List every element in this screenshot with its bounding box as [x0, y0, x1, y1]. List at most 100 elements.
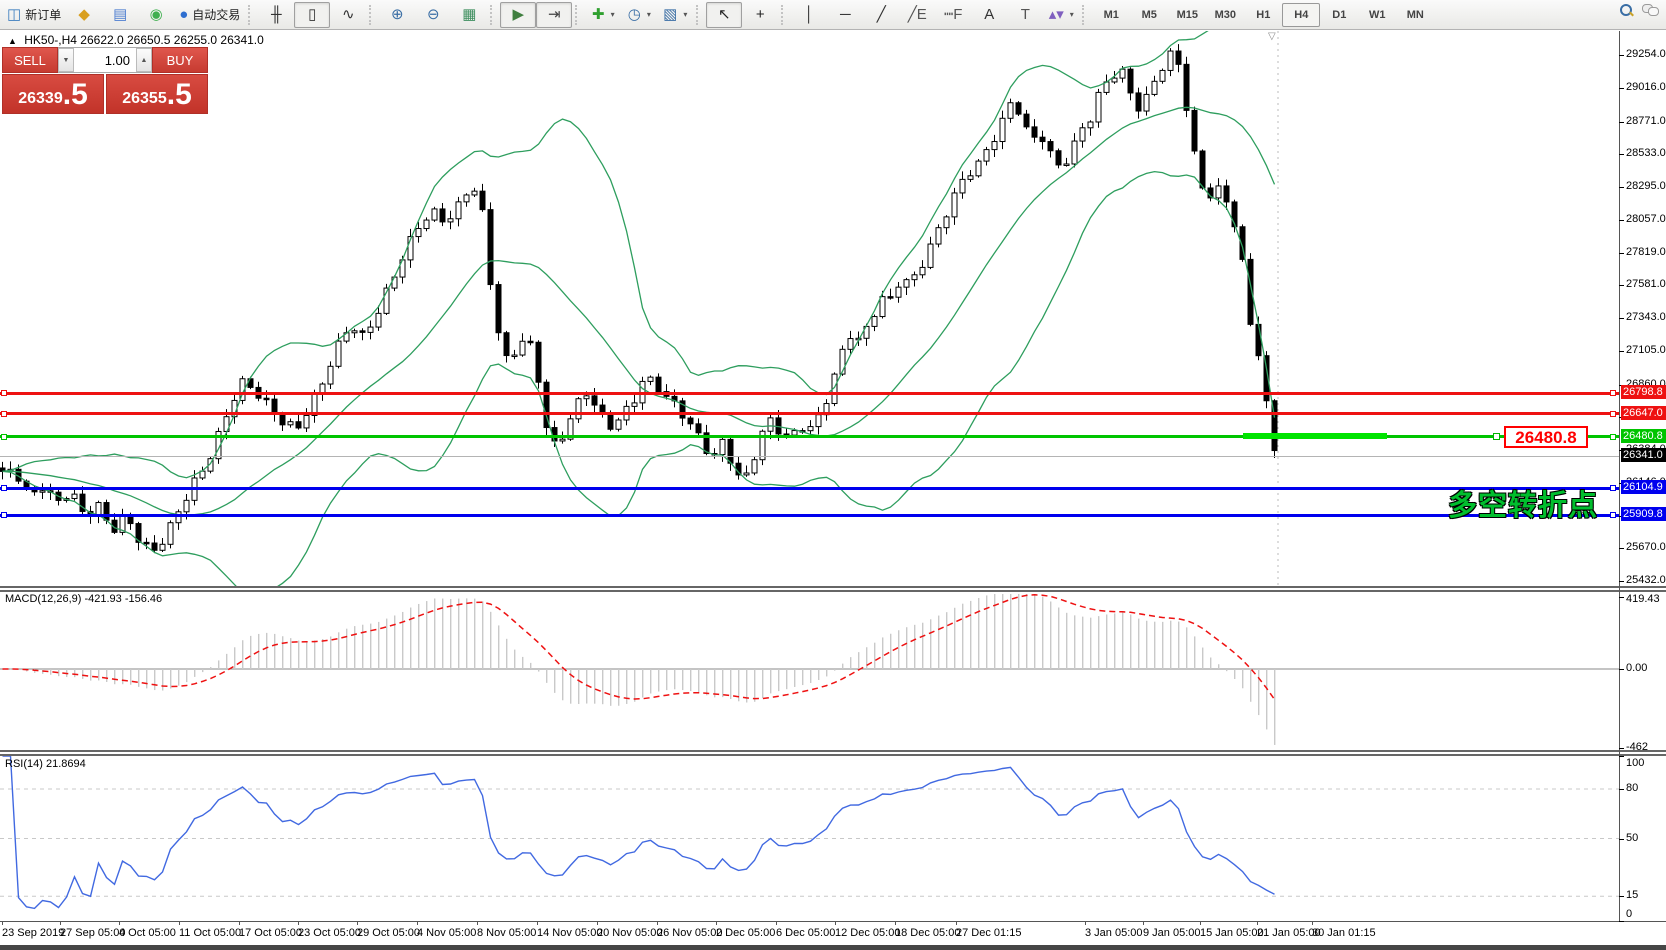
timeframe-m15-button[interactable]: M15: [1168, 3, 1206, 27]
timeframe-mn-button[interactable]: MN: [1396, 3, 1434, 27]
collapse-triangle-icon[interactable]: ▲: [8, 36, 17, 46]
price-tick-label: 25432.0: [1626, 574, 1666, 586]
support-line-2-right-marker[interactable]: [1610, 512, 1616, 518]
vertical-line-button[interactable]: │: [791, 2, 827, 28]
price-tick: [1619, 154, 1624, 155]
dropdown-caret-icon[interactable]: ▾: [1070, 10, 1074, 19]
community-chat-icon[interactable]: [1642, 4, 1658, 16]
buy-price[interactable]: 26355.5: [106, 74, 208, 114]
price-tick-label: 27819.0: [1626, 246, 1666, 258]
text-button[interactable]: A: [971, 2, 1007, 28]
bar-chart-button[interactable]: ╫: [258, 2, 294, 28]
periods-button[interactable]: ◷▾: [621, 2, 657, 28]
line-chart-icon: ∿: [342, 7, 355, 22]
crosshair-button[interactable]: +: [742, 2, 778, 28]
cursor-button[interactable]: ↖: [706, 2, 742, 28]
timeframe-w1-button[interactable]: W1: [1358, 3, 1396, 27]
chart-shift-button[interactable]: ⇥: [536, 2, 572, 28]
time-tick: [776, 921, 777, 925]
time-tick: [179, 921, 180, 925]
pivot-line-right-marker[interactable]: [1610, 434, 1616, 440]
support-line-1-left-marker[interactable]: [1, 485, 7, 491]
volume-input[interactable]: 1.00: [74, 48, 136, 72]
price-tick: [1619, 581, 1624, 582]
pivot-line-left-marker[interactable]: [1, 434, 7, 440]
zoom-in-button[interactable]: ⊕: [379, 2, 415, 28]
pivot-price-callout[interactable]: 26480.8: [1504, 426, 1588, 448]
dropdown-caret-icon[interactable]: ▾: [611, 10, 615, 19]
zoom-out-button[interactable]: ⊖: [415, 2, 451, 28]
tile-windows-button[interactable]: ▦: [451, 2, 487, 28]
navigator-button[interactable]: ◉: [138, 2, 174, 28]
price-tick: [1619, 253, 1624, 254]
templates-button[interactable]: ▧▾: [657, 2, 693, 28]
pivot-highlight-bar[interactable]: [1243, 433, 1387, 439]
timeframe-m30-button[interactable]: M30: [1206, 3, 1244, 27]
candlestick-button[interactable]: ▯: [294, 2, 330, 28]
support-line-2-left-marker[interactable]: [1, 512, 7, 518]
timeframe-m1-button[interactable]: M1: [1092, 3, 1130, 27]
time-tick: [537, 921, 538, 925]
pivot-line-price-badge: 26480.8: [1621, 429, 1666, 443]
support-line-1-right-marker[interactable]: [1610, 485, 1616, 491]
fibonacci-button[interactable]: ┉F: [935, 2, 971, 28]
resistance-line-1-right-marker[interactable]: [1610, 390, 1616, 396]
rsi-scale-label: 100: [1626, 757, 1644, 769]
rsi-scale-label: 50: [1626, 832, 1638, 844]
market-watch-button[interactable]: ◆: [66, 2, 102, 28]
chart-title: ▲ HK50-,H4 26622.0 26650.5 26255.0 26341…: [8, 33, 264, 47]
sell-button[interactable]: SELL: [2, 47, 58, 73]
timeframe-m5-button[interactable]: M5: [1130, 3, 1168, 27]
autotrading-icon: ●: [179, 7, 188, 22]
templates-icon: ▧: [663, 7, 677, 22]
autotrading-button[interactable]: ●自动交易: [174, 2, 245, 28]
price-tick: [1619, 187, 1624, 188]
search-icon[interactable]: [1620, 4, 1632, 16]
data-window-button[interactable]: ▤: [102, 2, 138, 28]
vertical-line-icon: │: [805, 7, 814, 22]
pane-separator[interactable]: [0, 750, 1666, 756]
dropdown-caret-icon[interactable]: ▾: [683, 10, 687, 19]
horizontal-line-button[interactable]: ─: [827, 2, 863, 28]
resistance-line-1-left-marker[interactable]: [1, 390, 7, 396]
arrows-button[interactable]: ▴▾▾: [1043, 2, 1079, 28]
timeframe-h1-button[interactable]: H1: [1244, 3, 1282, 27]
chart-shift-marker-icon[interactable]: ▽: [1268, 31, 1276, 42]
time-tick: [1143, 921, 1144, 925]
text-label-button[interactable]: T: [1007, 2, 1043, 28]
resistance-line-2[interactable]: [0, 412, 1619, 415]
indicators-button[interactable]: ✚▾: [585, 2, 621, 28]
price-tick: [1619, 548, 1624, 549]
support-line-1[interactable]: [0, 487, 1619, 490]
time-tick: [417, 921, 418, 925]
resistance-line-2-right-marker[interactable]: [1610, 411, 1616, 417]
support-line-2[interactable]: [0, 514, 1619, 517]
volume-decrease-button[interactable]: ▼: [58, 48, 74, 72]
macd-tick: [1619, 597, 1624, 598]
resistance-line-1-price-badge: 26798.8: [1621, 385, 1666, 399]
time-axis-border: [0, 921, 1666, 922]
buy-button[interactable]: BUY: [152, 47, 208, 73]
line-chart-button[interactable]: ∿: [330, 2, 366, 28]
time-axis-label: 12 Dec 05:00: [835, 927, 900, 939]
rsi-pane[interactable]: [0, 756, 1619, 921]
macd-pane[interactable]: [0, 592, 1619, 750]
sell-price[interactable]: 26339.5: [2, 74, 104, 114]
price-chart-pane[interactable]: [0, 31, 1619, 586]
auto-scroll-button[interactable]: ▶: [500, 2, 536, 28]
price-tick-label: 25670.0: [1626, 541, 1666, 553]
equidistant-channel-button[interactable]: ╱E: [899, 2, 935, 28]
pivot-annotation-text[interactable]: 多空转折点: [1448, 482, 1598, 524]
dropdown-caret-icon[interactable]: ▾: [647, 10, 651, 19]
resistance-line-2-left-marker[interactable]: [1, 411, 7, 417]
pivot-highlight-endpoint-marker[interactable]: [1493, 433, 1500, 440]
timeframe-h4-button[interactable]: H4: [1282, 3, 1320, 27]
rsi-scale-label: 80: [1626, 782, 1638, 794]
resistance-line-2-price-badge: 26647.0: [1621, 406, 1666, 420]
pane-separator[interactable]: [0, 586, 1666, 592]
new-order-button[interactable]: ◫新订单: [2, 2, 66, 28]
volume-increase-button[interactable]: ▲: [136, 48, 152, 72]
timeframe-d1-button[interactable]: D1: [1320, 3, 1358, 27]
trendline-button[interactable]: ╱: [863, 2, 899, 28]
resistance-line-1[interactable]: [0, 392, 1619, 395]
